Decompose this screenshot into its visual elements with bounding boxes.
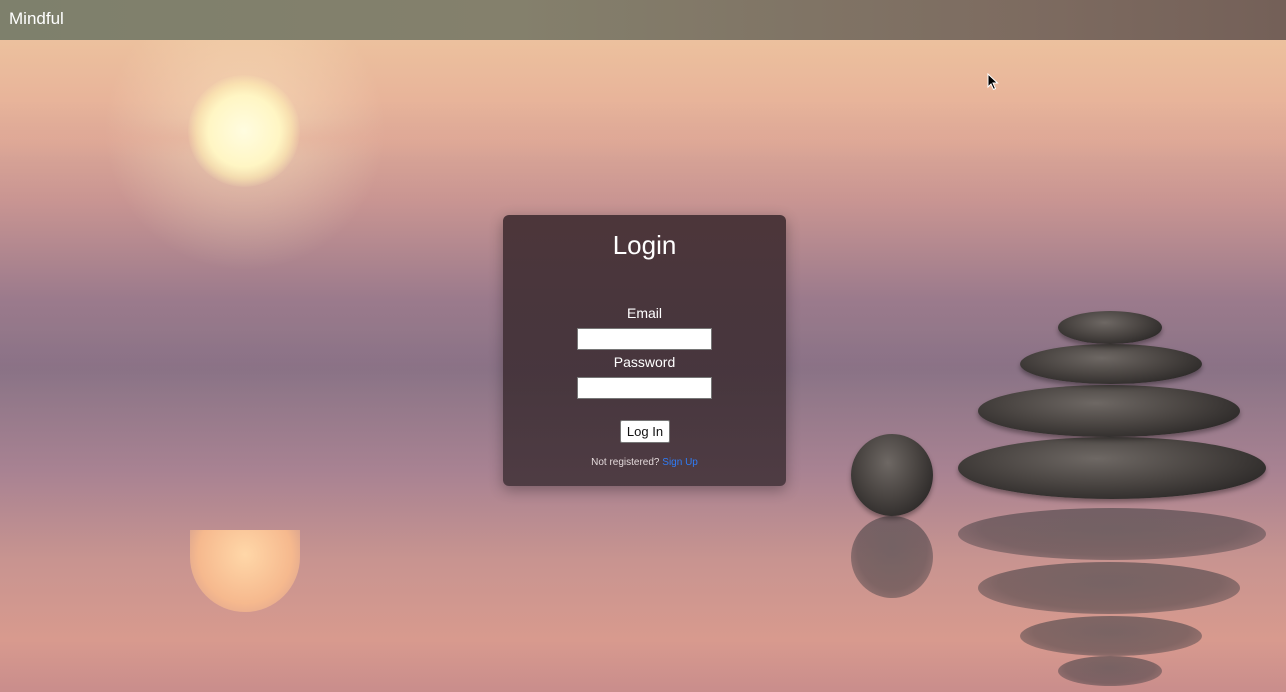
stone-top (1058, 311, 1162, 344)
stone-lower-middle (978, 385, 1240, 437)
sun (188, 75, 300, 187)
brand-link[interactable]: Mindful (9, 9, 64, 29)
password-field[interactable] (577, 377, 712, 399)
stone-reflection (1020, 616, 1202, 656)
email-label: Email (626, 305, 662, 321)
signup-prompt: Not registered? (591, 457, 660, 468)
mouse-pointer-icon (987, 73, 999, 91)
signup-line: Not registered? Sign Up (503, 457, 786, 469)
stone-upper-middle (1020, 344, 1202, 384)
stone-reflection (958, 508, 1266, 560)
page: Mindful Login Email Password Log In Not … (0, 0, 1286, 692)
round-pebble (851, 434, 933, 516)
top-navbar: Mindful (0, 0, 1286, 40)
signup-link[interactable]: Sign Up (662, 457, 698, 468)
stone-reflection (978, 562, 1240, 614)
email-field[interactable] (577, 328, 712, 350)
login-card: Login Email Password Log In Not register… (503, 215, 786, 486)
login-title: Login (612, 230, 677, 260)
stone-reflection (1058, 656, 1162, 686)
login-button[interactable]: Log In (620, 420, 670, 443)
pebble-reflection (851, 516, 933, 598)
sun-reflection (190, 530, 300, 612)
stone-bottom (958, 437, 1266, 499)
password-label: Password (613, 354, 676, 370)
